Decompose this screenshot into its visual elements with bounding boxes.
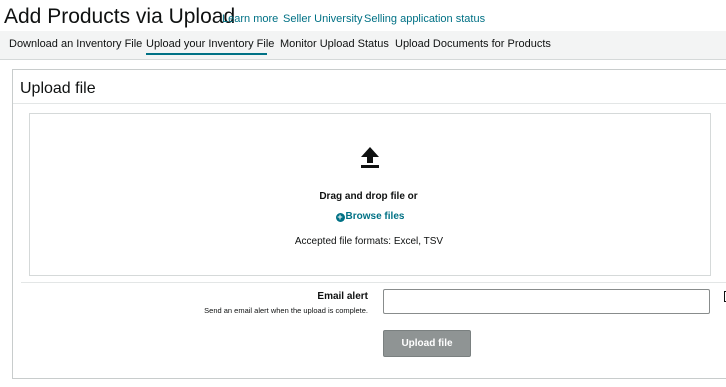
page-header: Add Products via Upload Learn more Selle… <box>0 0 726 32</box>
panel-header: Upload file <box>13 70 726 104</box>
active-tab-indicator <box>146 53 267 55</box>
browse-files-label: Browse files <box>345 211 405 222</box>
upload-arrow-icon <box>361 147 379 168</box>
learn-more-link[interactable]: Learn more <box>222 13 278 25</box>
panel-title: Upload file <box>20 80 96 97</box>
email-alert-label: Email alert <box>317 291 368 302</box>
tab-upload-documents[interactable]: Upload Documents for Products <box>395 38 551 50</box>
browse-files-link[interactable]: + Browse files <box>30 211 710 222</box>
upload-file-button[interactable]: Upload file <box>383 330 471 357</box>
drag-drop-text: Drag and drop file or <box>319 191 418 202</box>
email-alert-help-text: Send an email alert when the upload is c… <box>204 306 368 315</box>
tab-upload-inventory-file[interactable]: Upload your Inventory File <box>146 38 274 50</box>
plus-circle-icon: + <box>335 212 345 222</box>
tab-divider <box>0 59 726 60</box>
tab-download-inventory-file[interactable]: Download an Inventory File <box>9 38 142 50</box>
accepted-formats-text: Accepted file formats: Excel, TSV <box>294 236 444 247</box>
page-title: Add Products via Upload <box>4 5 236 28</box>
tab-bar: Download an Inventory File Upload your I… <box>0 31 726 59</box>
file-dropzone[interactable]: Drag and drop file or + Browse files Acce… <box>29 113 711 276</box>
selling-application-status-link[interactable]: Selling application status <box>364 13 485 25</box>
seller-university-link[interactable]: Seller University <box>283 13 362 25</box>
email-alert-input[interactable] <box>383 289 710 314</box>
tab-monitor-upload-status[interactable]: Monitor Upload Status <box>280 38 389 50</box>
section-divider <box>21 282 726 283</box>
upload-panel: Upload file Drag and drop file or + Brows… <box>12 69 726 379</box>
